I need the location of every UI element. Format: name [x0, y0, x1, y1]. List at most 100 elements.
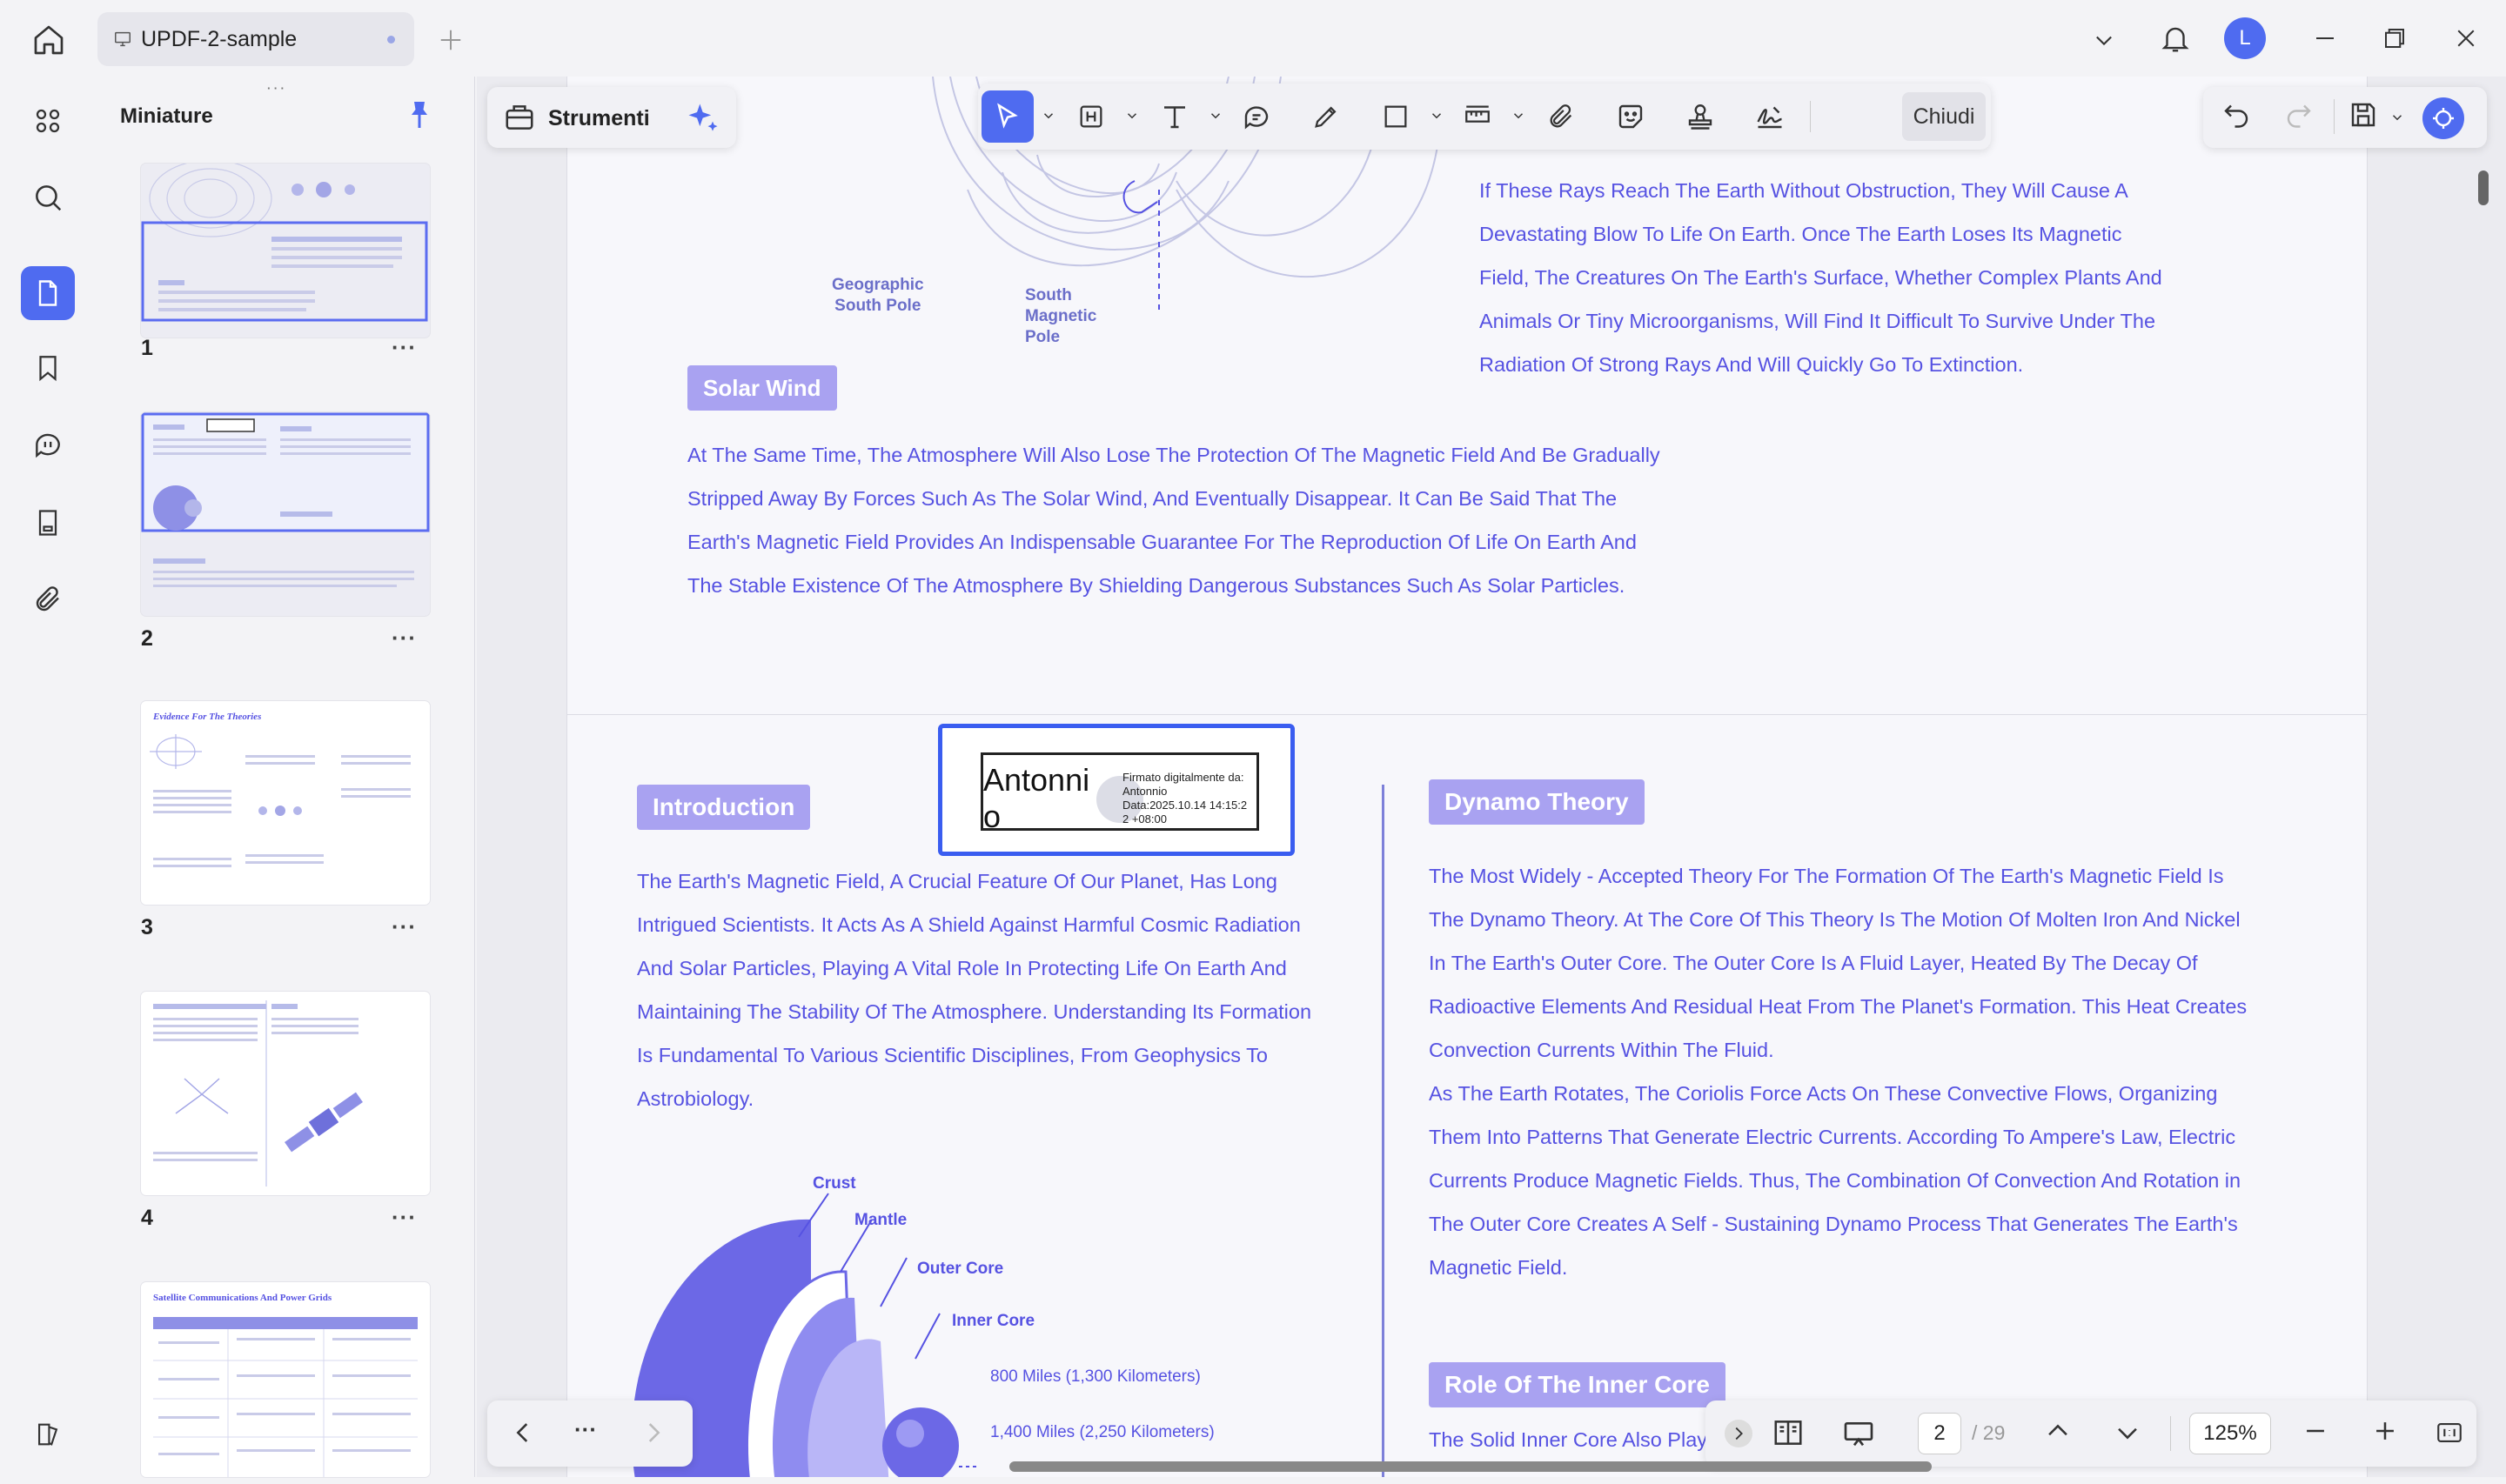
- thumbnails-icon[interactable]: [21, 266, 75, 320]
- home-icon[interactable]: [23, 19, 75, 61]
- thumbnail-3-art: [150, 734, 411, 867]
- measure-tool[interactable]: [1451, 90, 1504, 143]
- redo-icon[interactable]: [2283, 99, 2318, 134]
- dynamo-line: The Most Widely - Accepted Theory For Th…: [1429, 865, 2224, 887]
- restore-icon[interactable]: [2375, 19, 2414, 57]
- total-pages-label: / 29: [1972, 1421, 2006, 1444]
- rays-line: Radiation Of Strong Rays And Will Quickl…: [1479, 353, 2024, 376]
- shape-tool[interactable]: [1370, 90, 1422, 143]
- thumbnail-4-art: [153, 1000, 363, 1187]
- pdf-page-2: Introduction Antonni o Firmato digitalme…: [567, 715, 2367, 1477]
- signature-icon[interactable]: [1744, 90, 1796, 143]
- dynamo-line: Them Into Patterns That Generate Electri…: [1429, 1126, 2236, 1148]
- pin-icon[interactable]: [404, 97, 439, 136]
- title-bar: UPDF-2-sample L: [0, 0, 2506, 78]
- introduction-paragraph: The Earth's Magnetic Field, A Crucial Fe…: [637, 859, 1333, 1120]
- zoom-out-icon[interactable]: [2301, 1416, 2335, 1451]
- geographic-south-pole-label: Geographic South Pole: [832, 276, 924, 315]
- comments-icon[interactable]: [21, 418, 75, 471]
- chevron-down-icon[interactable]: [1124, 108, 1140, 124]
- next-arrow-icon[interactable]: [639, 1418, 670, 1449]
- bell-icon[interactable]: [2156, 17, 2194, 59]
- document-tab[interactable]: UPDF-2-sample: [97, 12, 414, 66]
- tools-menu-bar: Strumenti: [487, 87, 736, 148]
- signature-details: Firmato digitalmente da: Antonnio Data:2…: [1122, 771, 1248, 826]
- vertical-scrollbar[interactable]: [2478, 170, 2489, 205]
- outer-core-label: Outer Core: [917, 1260, 1004, 1278]
- dynamo-line: Currents Produce Magnetic Fields. Thus, …: [1429, 1169, 2241, 1192]
- sticker-icon[interactable]: [1605, 90, 1657, 143]
- thumbnail-page-1[interactable]: [141, 164, 430, 338]
- intro-line: Is Fundamental To Various Scientific Dis…: [637, 1044, 1268, 1066]
- thumbnail-page-4[interactable]: [141, 992, 430, 1195]
- page-down-icon[interactable]: [2113, 1418, 2148, 1453]
- dynamo-theory-heading: Dynamo Theory: [1429, 779, 1645, 825]
- distance-label-1: 800 Miles (1,300 Kilometers): [990, 1367, 1201, 1386]
- search-icon[interactable]: [21, 170, 75, 224]
- theme-icon[interactable]: [21, 1407, 75, 1461]
- highlight-tool[interactable]: [1065, 90, 1117, 143]
- document-viewport[interactable]: Geographic South Pole South Magnetic Pol…: [477, 77, 2506, 1477]
- save-icon[interactable]: [2348, 99, 2382, 134]
- collapse-arrow-icon[interactable]: [1725, 1420, 1752, 1447]
- pencil-tool[interactable]: [1300, 90, 1352, 143]
- chevron-down-icon[interactable]: [1041, 108, 1056, 124]
- ai-assistant-icon[interactable]: [2422, 97, 2464, 139]
- thumbnail-1-more-button[interactable]: ···: [392, 334, 417, 361]
- actual-size-icon[interactable]: [2433, 1418, 2468, 1449]
- bookmark-icon[interactable]: [21, 341, 75, 395]
- intro-line: The Earth's Magnetic Field, A Crucial Fe…: [637, 870, 1277, 892]
- stamp-icon[interactable]: [1674, 90, 1726, 143]
- new-tab-button[interactable]: [432, 21, 470, 59]
- toolbar-divider: [2334, 99, 2335, 134]
- horizontal-scrollbar[interactable]: [1009, 1461, 1932, 1472]
- solar-wind-line: Earth's Magnetic Field Provides An Indis…: [687, 531, 1637, 553]
- attachment-icon[interactable]: [21, 572, 75, 626]
- chevron-down-icon[interactable]: [2085, 21, 2123, 59]
- close-icon[interactable]: [2447, 19, 2485, 57]
- chevron-down-icon[interactable]: [1208, 108, 1223, 124]
- zoom-in-icon[interactable]: [2370, 1416, 2405, 1451]
- thumbnail-page-2[interactable]: [141, 412, 430, 616]
- previous-arrow-icon[interactable]: [508, 1418, 539, 1449]
- thumbnail-3-more-button[interactable]: ···: [392, 913, 417, 940]
- chevron-down-icon[interactable]: [2389, 110, 2405, 125]
- zoom-level-field[interactable]: 125%: [2189, 1413, 2271, 1454]
- thumbnail-5-art: [153, 1317, 418, 1477]
- thumbnail-4-more-button[interactable]: ···: [392, 1204, 417, 1231]
- attachment-icon[interactable]: [1535, 90, 1587, 143]
- thumbnail-2-more-button[interactable]: ···: [392, 625, 417, 652]
- mantle-label: Mantle: [854, 1211, 908, 1229]
- toolbox-icon[interactable]: [503, 101, 538, 136]
- select-tool[interactable]: [982, 90, 1034, 143]
- presentation-icon[interactable]: [1841, 1416, 1876, 1451]
- minimize-icon[interactable]: [2306, 19, 2344, 57]
- close-tools-button[interactable]: Chiudi: [1902, 92, 1986, 141]
- strumenti-button[interactable]: Strumenti: [548, 106, 650, 131]
- thumbnail-page-5[interactable]: Satellite Communications And Power Grids: [141, 1282, 430, 1477]
- apps-grid-icon[interactable]: [21, 94, 75, 148]
- intro-line: And Solar Particles, Playing A Vital Rol…: [637, 957, 1287, 979]
- nav-more-button[interactable]: ···: [574, 1416, 597, 1443]
- crust-label: Crust: [813, 1174, 856, 1193]
- page-layout-icon[interactable]: [1772, 1416, 1806, 1451]
- page-up-icon[interactable]: [2043, 1416, 2078, 1451]
- text-tool[interactable]: [1149, 90, 1201, 143]
- chevron-down-icon[interactable]: [1429, 108, 1444, 124]
- chevron-down-icon[interactable]: [1511, 108, 1526, 124]
- page-number-input[interactable]: 2: [1918, 1413, 1961, 1454]
- unsaved-dot: [387, 36, 395, 43]
- comment-tool[interactable]: [1230, 90, 1283, 143]
- thumbnail-page-3[interactable]: Evidence For The Theories: [141, 701, 430, 905]
- form-icon[interactable]: [21, 496, 75, 550]
- ai-sparkle-icon[interactable]: [684, 99, 724, 139]
- thumbnail-1-art: [141, 164, 428, 322]
- intro-line: Intrigued Scientists. It Acts As A Shiel…: [637, 913, 1301, 936]
- dynamo-paragraph: The Most Widely - Accepted Theory For Th…: [1429, 854, 2299, 1289]
- panel-grip[interactable]: ⋅⋅⋅: [266, 80, 286, 98]
- dynamo-line: The Outer Core Creates A Self - Sustaini…: [1429, 1213, 2238, 1235]
- undo-icon[interactable]: [2221, 99, 2255, 134]
- signature-field[interactable]: Antonni o Firmato digitalmente da: Anton…: [938, 724, 1295, 856]
- avatar[interactable]: L: [2224, 17, 2266, 59]
- document-tab-title: UPDF-2-sample: [141, 26, 298, 51]
